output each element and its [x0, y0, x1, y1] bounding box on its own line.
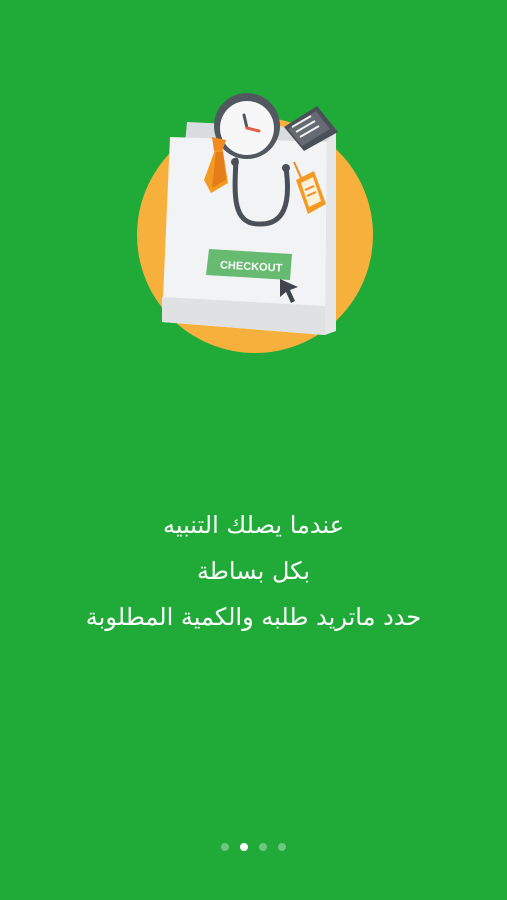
- message-line-3: حدد ماتريد طلبه والكمية المطلوبة: [85, 603, 422, 631]
- checkout-button: CHECKOUT: [206, 249, 292, 280]
- page-indicator-dot-3[interactable]: [259, 843, 267, 851]
- shopping-bag-illustration: CHECKOUT: [120, 92, 390, 362]
- page-indicator-dot-4[interactable]: [278, 843, 286, 851]
- page-indicator: [0, 841, 507, 853]
- bag-handle-hole-left: [231, 158, 239, 166]
- page-indicator-dot-1[interactable]: [221, 843, 229, 851]
- clock-icon: [214, 93, 280, 159]
- page-indicator-dot-2-active[interactable]: [240, 843, 248, 851]
- bag-handle-hole-right: [282, 164, 290, 172]
- onboarding-message: عندما يصلك التنبيه بكل بساطة حدد ماتريد …: [20, 502, 487, 640]
- message-line-2: بكل بساطة: [196, 557, 311, 585]
- message-line-1: عندما يصلك التنبيه: [162, 511, 345, 539]
- onboarding-screen: CHECKOUT عندما يصلك التنبيه بكل بساطة حد…: [0, 0, 507, 900]
